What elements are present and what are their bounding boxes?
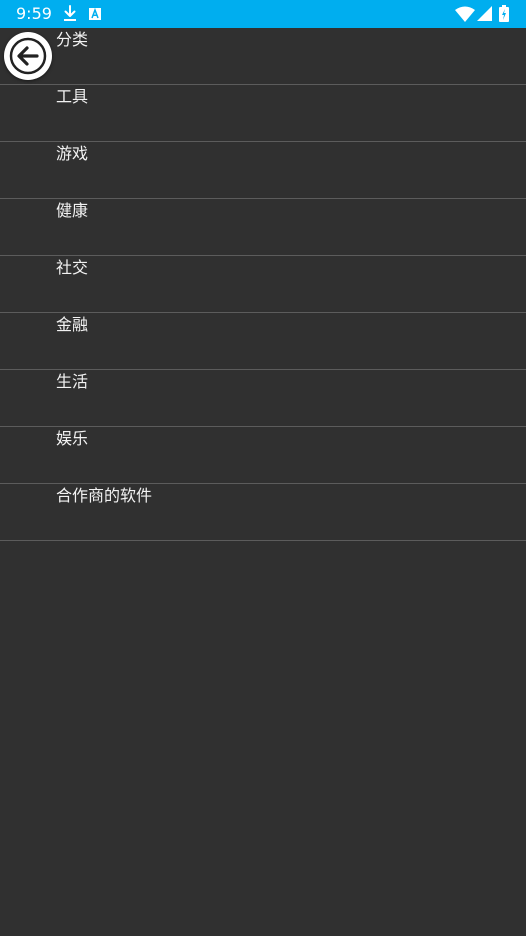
- download-icon: [64, 5, 76, 21]
- list-item[interactable]: 社交: [0, 256, 526, 313]
- list-item[interactable]: 工具: [0, 85, 526, 142]
- wifi-icon: [455, 6, 475, 22]
- list-item[interactable]: 游戏: [0, 142, 526, 199]
- list-item-label: 社交: [56, 258, 89, 277]
- list-item[interactable]: 分类: [0, 28, 526, 85]
- list-item[interactable]: 合作商的软件: [0, 484, 526, 541]
- list-item[interactable]: 娱乐: [0, 427, 526, 484]
- category-list: 分类 工具 游戏 健康 社交 金融 生活 娱乐 合作商的软件: [0, 28, 526, 541]
- list-item-label: 娱乐: [56, 429, 89, 448]
- list-item-label: 游戏: [56, 144, 89, 163]
- list-item[interactable]: 金融: [0, 313, 526, 370]
- battery-charging-icon: [499, 5, 509, 22]
- list-item[interactable]: 生活: [0, 370, 526, 427]
- list-item-label: 合作商的软件: [56, 486, 153, 505]
- status-bar: 9:59: [0, 0, 526, 28]
- list-item-label: 生活: [56, 372, 89, 391]
- list-item-label: 分类: [56, 30, 89, 49]
- list-item[interactable]: 健康: [0, 199, 526, 256]
- list-item-label: 健康: [56, 201, 89, 220]
- status-time: 9:59: [16, 4, 52, 23]
- list-item-label: 工具: [56, 87, 89, 106]
- list-item-label: 金融: [56, 315, 89, 334]
- signal-icon: [477, 6, 492, 21]
- arrow-left-icon: [9, 37, 47, 75]
- text-a-icon: [89, 7, 101, 20]
- back-button[interactable]: [4, 32, 52, 80]
